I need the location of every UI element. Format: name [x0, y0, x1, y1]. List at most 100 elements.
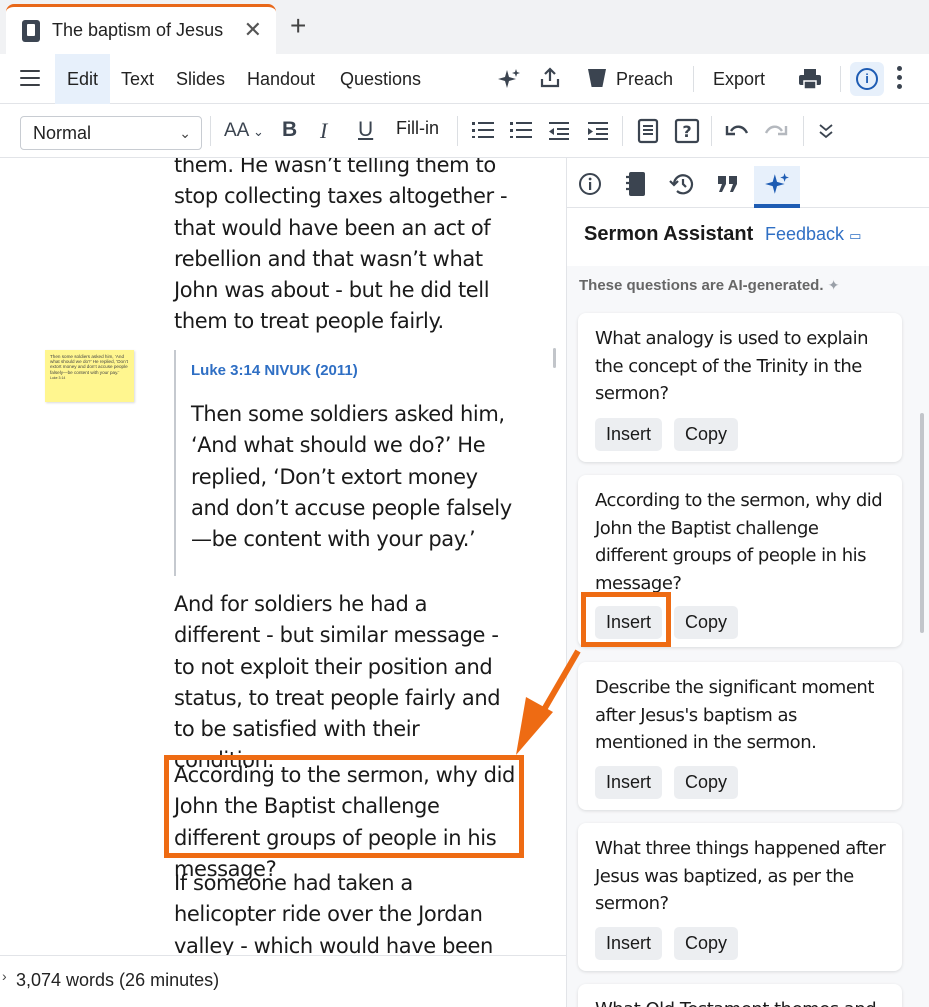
divider — [622, 116, 623, 146]
expand-icon[interactable] — [818, 122, 834, 140]
tab-history[interactable] — [659, 166, 705, 208]
divider — [210, 116, 211, 146]
quote-icon — [718, 176, 737, 192]
question-text: Describe the significant moment after Je… — [595, 677, 874, 753]
tab-quotes[interactable] — [705, 166, 751, 208]
sparkle-icon[interactable] — [497, 67, 521, 91]
scripture-text: Then some soldiers asked him, ‘And what … — [191, 402, 512, 552]
sparkle-icon: ✦ — [827, 277, 840, 293]
outdent-icon[interactable] — [547, 121, 571, 141]
italic-button[interactable]: I — [320, 118, 327, 144]
sticky-note[interactable]: Then some soldiers asked him, ‘And what … — [45, 350, 134, 402]
print-icon[interactable] — [797, 67, 823, 91]
insert-button[interactable]: Insert — [595, 927, 663, 960]
indent-icon[interactable] — [586, 121, 610, 141]
panel-tabs — [567, 158, 929, 208]
feedback-label: Feedback — [765, 224, 845, 244]
copy-button[interactable]: Copy — [674, 606, 739, 639]
menu-questions[interactable]: Questions — [340, 54, 421, 104]
slide-icon[interactable] — [636, 118, 660, 144]
divider — [711, 116, 712, 146]
tab-notebook[interactable] — [613, 166, 659, 208]
tab-bar: The baptism of Jesus ✕ + — [0, 0, 929, 54]
panel-title: Sermon Assistant — [584, 223, 754, 245]
copy-button[interactable]: Copy — [674, 927, 739, 960]
preach-label: Preach — [616, 69, 674, 89]
copy-button[interactable]: Copy — [674, 418, 739, 451]
new-tab-icon[interactable]: + — [290, 10, 306, 42]
question-card: What analogy is used to explain the conc… — [578, 313, 902, 462]
chevron-down-icon: ⌄ — [179, 125, 191, 141]
tab-sermon-assistant[interactable] — [754, 166, 800, 208]
close-icon[interactable]: ✕ — [244, 17, 262, 43]
bold-button[interactable]: B — [282, 118, 297, 142]
menu-text[interactable]: Text — [121, 54, 154, 104]
bullet-list-icon[interactable] — [472, 122, 494, 140]
scripture-reference[interactable]: Luke 3:14 NIVUK (2011) — [191, 362, 514, 379]
font-size-icon[interactable]: AA ⌄ — [224, 120, 264, 142]
menu-bar: Edit Text Slides Handout Questions Preac… — [0, 54, 929, 104]
share-icon[interactable] — [538, 66, 562, 90]
editor-scrollbar[interactable] — [553, 348, 556, 368]
question-text: What three things happened after Jesus w… — [595, 838, 886, 914]
question-text: According to the sermon, why did John th… — [595, 490, 883, 594]
redo-icon[interactable] — [764, 122, 788, 140]
info-button[interactable]: i — [850, 62, 884, 96]
tab-title: The baptism of Jesus — [52, 20, 224, 40]
highlight-box — [581, 592, 671, 647]
insert-button[interactable]: Insert — [595, 766, 663, 799]
question-icon[interactable]: ? — [674, 118, 700, 144]
menu-handout[interactable]: Handout — [247, 54, 315, 104]
history-icon — [669, 174, 694, 195]
copy-button[interactable]: Copy — [674, 766, 739, 799]
sticky-note-ref: Luke 3:14 — [50, 375, 66, 380]
ai-disclaimer-text: These questions are AI-generated. — [579, 277, 824, 294]
question-card: Describe the significant moment after Je… — [578, 662, 902, 810]
menu-slides[interactable]: Slides — [176, 54, 225, 104]
question-card: What Old Testament themes and — [578, 984, 902, 1007]
feedback-icon: ▭ — [849, 228, 862, 243]
insert-button[interactable]: Insert — [595, 418, 663, 451]
editor[interactable]: them. He wasn’t telling them to stop col… — [0, 158, 566, 955]
sermon-assistant-panel: Sermon Assistant Feedback ▭ These questi… — [566, 158, 929, 1007]
status-bar: › 3,074 words (26 minutes) — [0, 955, 566, 1007]
divider — [457, 116, 458, 146]
question-text: What analogy is used to explain the conc… — [595, 328, 868, 404]
pulpit-icon — [588, 69, 606, 87]
format-toolbar: Normal ⌄ AA ⌄ B I U Fill-in ? — [0, 104, 929, 158]
paragraph[interactable]: them. He wasn’t telling them to stop col… — [174, 158, 519, 338]
svg-text:?: ? — [682, 122, 691, 141]
fill-in-button[interactable]: Fill-in — [396, 118, 439, 139]
menu-icon[interactable] — [20, 70, 40, 86]
undo-icon[interactable] — [725, 122, 749, 140]
feedback-link[interactable]: Feedback ▭ — [765, 224, 861, 245]
panel-scrollbar[interactable] — [920, 413, 924, 633]
info-icon — [579, 173, 601, 195]
divider — [693, 66, 694, 92]
question-card: What three things happened after Jesus w… — [578, 823, 902, 971]
paragraph-style-select[interactable]: Normal ⌄ — [20, 116, 202, 150]
panel-header: Sermon Assistant Feedback ▭ — [567, 208, 929, 266]
paragraph[interactable]: And for soldiers he had a different - bu… — [174, 589, 519, 777]
underline-button[interactable]: U — [358, 118, 373, 142]
divider — [840, 66, 841, 92]
tab-info[interactable] — [567, 166, 613, 208]
divider — [803, 116, 804, 146]
style-value: Normal — [33, 123, 92, 143]
menu-edit[interactable]: Edit — [55, 54, 111, 104]
highlight-box — [164, 755, 524, 858]
more-vert-icon[interactable] — [897, 66, 903, 93]
sparkle-icon — [765, 173, 789, 194]
paragraph[interactable]: If someone had taken a helicopter ride o… — [174, 868, 519, 955]
numbered-list-icon[interactable] — [510, 122, 532, 140]
info-icon: i — [856, 68, 878, 90]
chevron-right-icon[interactable]: › — [2, 968, 7, 984]
notebook-icon — [626, 172, 645, 196]
export-button[interactable]: Export — [713, 54, 765, 104]
preach-button[interactable]: Preach — [588, 54, 673, 104]
question-text: What Old Testament themes and — [595, 996, 890, 1007]
sticky-note-text: Then some soldiers asked him, ‘And what … — [50, 354, 128, 375]
ai-disclaimer: These questions are AI-generated. ✦ — [579, 277, 839, 294]
document-tab[interactable]: The baptism of Jesus ✕ — [6, 4, 276, 54]
document-icon — [22, 19, 40, 42]
